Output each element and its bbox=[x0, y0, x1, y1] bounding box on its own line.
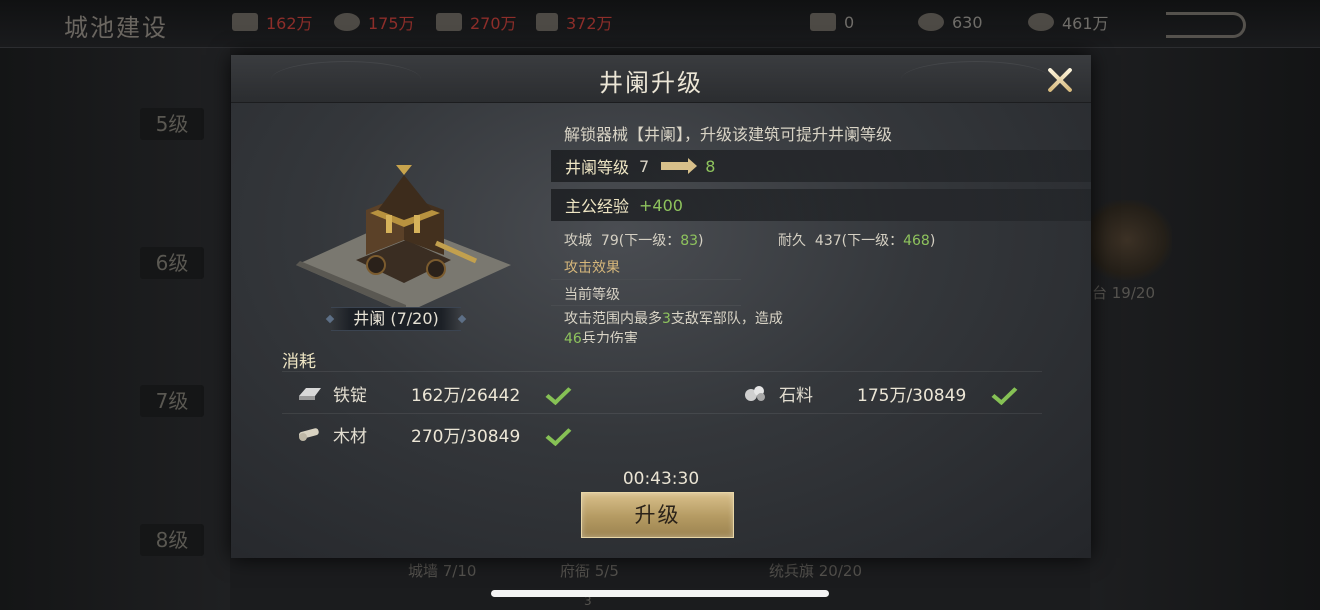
level-row: 井阑等级 7 8 bbox=[551, 150, 1091, 182]
wood-icon bbox=[298, 428, 319, 441]
iron-resource[interactable]: 162万 bbox=[232, 10, 313, 34]
copper-coin-plus-icon bbox=[1028, 13, 1054, 31]
exp-label: 主公经验 bbox=[565, 197, 630, 216]
level-label: 井阑等级 bbox=[565, 158, 630, 177]
level-tag-8: 8级 bbox=[140, 524, 204, 556]
grain-icon bbox=[536, 13, 558, 31]
gold-bar-plus-icon bbox=[810, 13, 836, 31]
iron-ingot-icon bbox=[232, 13, 258, 31]
current-level-label: 当前等级 bbox=[564, 287, 620, 303]
right-background bbox=[1090, 48, 1320, 610]
building-name-plate: 井阑 (7/20) bbox=[331, 307, 461, 331]
grain-resource[interactable]: 372万 bbox=[536, 10, 613, 34]
exp-row: 主公经验 +400 bbox=[551, 189, 1091, 221]
copper-resource[interactable]: 461万 bbox=[1028, 10, 1109, 34]
upgrade-button[interactable]: 升级 bbox=[581, 492, 734, 538]
arrow-right-icon bbox=[661, 158, 698, 174]
coin-plus-icon bbox=[918, 13, 944, 31]
bg-label-office[interactable]: 府衙 5/5 bbox=[560, 560, 619, 581]
level-tag-5: 5级 bbox=[140, 108, 204, 140]
top-bar: 城池建设 162万 175万 270万 372万 0 630 461万 bbox=[0, 0, 1320, 48]
background-building[interactable] bbox=[1082, 200, 1172, 280]
modal-title: 井阑升级 bbox=[599, 69, 703, 97]
stone-resource[interactable]: 175万 bbox=[334, 10, 415, 34]
check-icon bbox=[980, 383, 1010, 403]
siege-tower-image bbox=[296, 165, 511, 313]
level-tag-6: 6级 bbox=[140, 247, 204, 279]
check-icon bbox=[534, 383, 564, 403]
cost-wood: 木材 270万/30849 bbox=[297, 419, 564, 449]
effect-text-scroll[interactable]: 攻击范围内最多3支敌军部队，造成 46兵力伤害 bbox=[564, 309, 864, 343]
cost-stone: 石料 175万/30849 bbox=[743, 378, 1010, 408]
coin-resource[interactable]: 630 bbox=[918, 10, 983, 34]
upgrade-modal: 井阑升级 井阑 (7/20) 解锁器械【井阑】，升级该建筑可提升井阑等级 井阑等… bbox=[231, 55, 1091, 558]
bg-label-banner[interactable]: 统兵旗 20/20 bbox=[769, 560, 862, 581]
cost-iron: 铁锭 162万/26442 bbox=[297, 378, 564, 408]
divider bbox=[551, 279, 741, 280]
divider bbox=[282, 371, 1042, 372]
description-text: 解锁器械【井阑】，升级该建筑可提升井阑等级 bbox=[564, 125, 893, 144]
attack-stat: 攻城 79(下一级：83) bbox=[564, 233, 704, 249]
bg-label-city-wall[interactable]: 城墙 7/10 bbox=[408, 560, 476, 581]
attack-effect-heading: 攻击效果 bbox=[564, 260, 620, 276]
page-title: 城池建设 bbox=[64, 14, 168, 42]
iron-ingot-icon bbox=[299, 388, 321, 400]
close-icon[interactable] bbox=[1043, 63, 1077, 97]
divider bbox=[551, 305, 741, 306]
level-from: 7 bbox=[639, 156, 650, 176]
divider bbox=[282, 413, 1042, 414]
stone-icon bbox=[745, 386, 765, 401]
wood-resource[interactable]: 270万 bbox=[436, 10, 517, 34]
back-arrow-icon[interactable] bbox=[1166, 12, 1246, 38]
upgrade-timer: 00:43:30 bbox=[622, 469, 700, 489]
check-icon bbox=[534, 424, 564, 444]
home-indicator[interactable] bbox=[491, 590, 829, 597]
durability-stat: 耐久 437(下一级：468) bbox=[778, 233, 936, 249]
cost-title: 消耗 bbox=[282, 352, 316, 372]
level-tag-7: 7级 bbox=[140, 385, 204, 417]
modal-header: 井阑升级 bbox=[231, 55, 1091, 103]
level-to: 8 bbox=[705, 156, 716, 176]
exp-value: +400 bbox=[639, 195, 683, 215]
wood-icon bbox=[436, 13, 462, 31]
stone-icon bbox=[334, 13, 360, 31]
gold-resource[interactable]: 0 bbox=[810, 10, 854, 34]
bg-building-label: 台 19/20 bbox=[1092, 284, 1155, 302]
level-column: 5级 6级 7级 8级 bbox=[0, 48, 230, 610]
